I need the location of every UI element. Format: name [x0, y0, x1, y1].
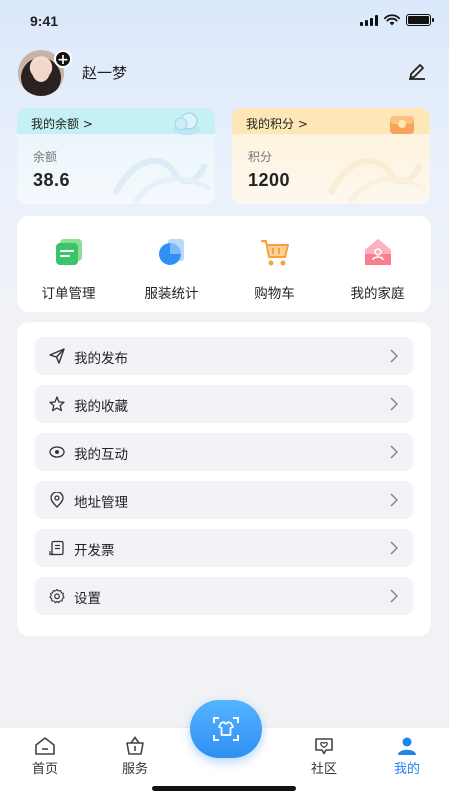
- family-house-icon: [365, 239, 391, 265]
- cart-icon: [261, 240, 289, 266]
- tab-home-label: 首页: [31, 762, 58, 777]
- quick-order-management[interactable]: 订单管理: [17, 216, 120, 312]
- tab-service-label: 服务: [121, 762, 148, 777]
- star-icon: [49, 396, 65, 412]
- points-box-icon: [390, 116, 414, 134]
- quick-order-label: 订单管理: [41, 286, 96, 302]
- add-avatar-icon[interactable]: +: [54, 50, 72, 68]
- balance-card[interactable]: 我的余额 > 余额 38.6: [17, 108, 215, 204]
- tab-community[interactable]: 社区: [294, 736, 354, 777]
- chevron-right-icon: [390, 397, 399, 411]
- chevron-right-icon: [390, 493, 399, 507]
- status-bar: 9:41: [0, 0, 449, 40]
- tab-mine[interactable]: 我的: [377, 736, 437, 777]
- chevron-right-icon: [390, 349, 399, 363]
- menu-label: 我的发布: [74, 351, 128, 367]
- menu-item-my-posts[interactable]: 我的发布: [35, 337, 413, 375]
- points-card-header[interactable]: 我的积分 >: [246, 115, 308, 132]
- points-card[interactable]: 我的积分 > 积分 1200: [232, 108, 430, 204]
- wifi-icon: [384, 14, 400, 26]
- quick-cart-label: 购物车: [254, 286, 295, 302]
- balance-value: 38.6: [33, 170, 71, 190]
- chart-icon: [159, 239, 184, 265]
- quick-actions: 订单管理 服装统计 购物车 我的家庭: [17, 216, 431, 312]
- tab-home[interactable]: 首页: [15, 736, 75, 777]
- scan-clothing-button[interactable]: [190, 700, 262, 758]
- menu-label: 我的收藏: [74, 399, 128, 415]
- menu-item-address[interactable]: 地址管理: [35, 481, 413, 519]
- quick-family-label: 我的家庭: [350, 286, 405, 302]
- menu-label: 设置: [74, 591, 101, 607]
- wave-decoration: [327, 157, 427, 204]
- battery-icon: [406, 14, 434, 26]
- menu-item-invoice[interactable]: 开发票: [35, 529, 413, 567]
- menu-item-interactions[interactable]: 我的互动: [35, 433, 413, 471]
- tab-community-label: 社区: [310, 762, 337, 777]
- username: 赵一梦: [82, 64, 128, 82]
- chevron-right-icon: [390, 445, 399, 459]
- scan-shirt-icon: [213, 717, 239, 741]
- eye-icon: [49, 446, 65, 458]
- balance-card-header[interactable]: 我的余额 >: [31, 115, 93, 132]
- menu-label: 我的互动: [74, 447, 128, 463]
- menu-item-favorites[interactable]: 我的收藏: [35, 385, 413, 423]
- tab-mine-label: 我的: [393, 762, 420, 777]
- quick-shopping-cart[interactable]: 购物车: [223, 216, 326, 312]
- points-label: 积分: [248, 150, 273, 164]
- edit-icon[interactable]: [407, 62, 427, 80]
- signal-icon: [360, 14, 378, 26]
- menu-list: 我的发布 我的收藏 我的互动 地址管理 开发票 设置: [17, 322, 431, 636]
- quick-stats-label: 服装统计: [144, 286, 199, 302]
- gear-icon: [49, 588, 65, 604]
- chevron-right-icon: [390, 589, 399, 603]
- menu-label: 开发票: [74, 543, 115, 559]
- points-value: 1200: [248, 170, 291, 190]
- home-indicator: [152, 786, 296, 791]
- status-icons: [360, 14, 434, 26]
- home-icon: [35, 737, 55, 755]
- send-icon: [49, 348, 65, 364]
- invoice-icon: [49, 540, 64, 556]
- wave-decoration: [112, 157, 212, 204]
- location-icon: [50, 492, 64, 508]
- menu-item-settings[interactable]: 设置: [35, 577, 413, 615]
- status-time: 9:41: [30, 13, 59, 29]
- order-icon: [56, 239, 82, 265]
- user-icon: [398, 737, 416, 755]
- community-heart-icon: [315, 738, 333, 755]
- quick-my-family[interactable]: 我的家庭: [326, 216, 429, 312]
- service-basket-icon: [126, 736, 144, 755]
- chevron-right-icon: [390, 541, 399, 555]
- quick-clothing-stats[interactable]: 服装统计: [120, 216, 223, 312]
- tab-service[interactable]: 服务: [105, 736, 165, 777]
- coin-stack-icon: [173, 112, 201, 135]
- menu-label: 地址管理: [74, 495, 128, 511]
- balance-label: 余额: [33, 150, 58, 164]
